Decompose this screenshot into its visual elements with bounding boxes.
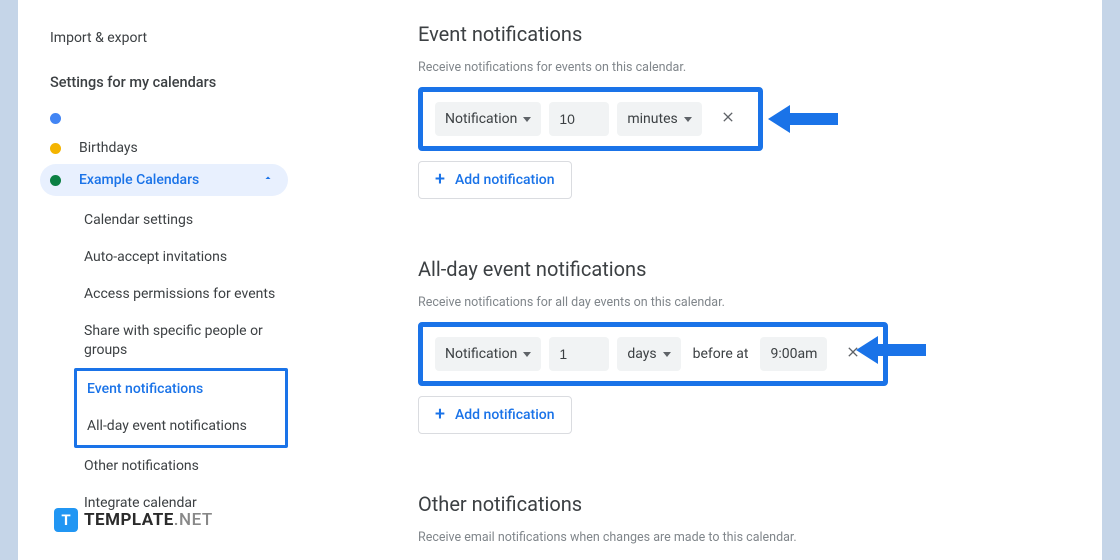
notification-unit-select[interactable]: minutes: [617, 102, 701, 136]
calendar-item-unnamed[interactable]: [40, 105, 288, 132]
sidebar: Import & export Settings for my calendar…: [18, 0, 288, 560]
notification-unit-select[interactable]: days: [617, 337, 680, 371]
time-label: 9:00am: [770, 346, 817, 362]
watermark-logo-icon: T: [54, 508, 78, 532]
subitem-access-permissions[interactable]: Access permissions for events: [80, 276, 288, 313]
calendar-dot-icon: [50, 143, 61, 154]
subitem-other-notifications[interactable]: Other notifications: [80, 448, 288, 485]
subitem-auto-accept[interactable]: Auto-accept invitations: [80, 239, 288, 276]
plus-icon: +: [435, 171, 445, 189]
before-at-text: before at: [689, 338, 753, 370]
section-description: Receive notifications for events on this…: [418, 60, 1102, 75]
notification-row-highlight: Notification days before at 9:00am: [418, 322, 888, 386]
section-title: Event notifications: [418, 22, 1102, 46]
caret-down-icon: [684, 117, 692, 122]
section-event-notifications: Event notifications Receive notification…: [418, 22, 1102, 199]
notification-type-select[interactable]: Notification: [435, 102, 541, 136]
chevron-up-icon: [262, 172, 274, 188]
annotation-arrow-icon: [856, 333, 926, 367]
notification-type-select[interactable]: Notification: [435, 337, 541, 371]
subitem-allday-notifications[interactable]: All-day event notifications: [83, 408, 285, 445]
highlighted-subitems: Event notifications All-day event notifi…: [74, 368, 288, 448]
section-other-notifications: Other notifications Receive email notifi…: [418, 492, 1102, 545]
calendar-item-birthdays[interactable]: Birthdays: [40, 132, 288, 164]
notification-row-highlight: Notification minutes: [418, 87, 763, 151]
sidebar-section-header: Settings for my calendars: [40, 64, 288, 105]
unit-label: days: [627, 346, 656, 362]
plus-icon: +: [435, 406, 445, 424]
notification-time-select[interactable]: 9:00am: [760, 337, 827, 371]
notification-value-input[interactable]: [549, 102, 609, 136]
value-field[interactable]: [559, 346, 599, 362]
annotation-arrow-icon: [768, 102, 838, 136]
notification-type-label: Notification: [445, 111, 517, 127]
add-label: Add notification: [455, 407, 555, 423]
calendar-label: Birthdays: [79, 140, 138, 156]
sidebar-import-export[interactable]: Import & export: [40, 24, 288, 64]
section-description: Receive notifications for all day events…: [418, 295, 1102, 310]
subitem-share-people[interactable]: Share with specific people or groups: [80, 313, 288, 369]
remove-notification-button[interactable]: [710, 103, 746, 136]
subitem-event-notifications[interactable]: Event notifications: [83, 371, 285, 408]
caret-down-icon: [523, 117, 531, 122]
caret-down-icon: [523, 352, 531, 357]
calendar-item-example[interactable]: Example Calendars: [40, 164, 288, 196]
watermark-brand: TEMPLATE: [84, 510, 174, 530]
section-title: Other notifications: [418, 492, 1102, 516]
unit-label: minutes: [627, 111, 677, 127]
watermark-suffix: .NET: [174, 510, 213, 530]
notification-value-input[interactable]: [549, 337, 609, 371]
caret-down-icon: [663, 352, 671, 357]
calendar-dot-icon: [50, 113, 61, 124]
calendar-subitems: Calendar settings Auto-accept invitation…: [40, 202, 288, 522]
notification-type-label: Notification: [445, 346, 517, 362]
calendar-label: Example Calendars: [79, 172, 199, 188]
subitem-calendar-settings[interactable]: Calendar settings: [80, 202, 288, 239]
section-description: Receive email notifications when changes…: [418, 530, 1102, 545]
add-label: Add notification: [455, 172, 555, 188]
add-notification-button[interactable]: + Add notification: [418, 161, 572, 199]
add-notification-button[interactable]: + Add notification: [418, 396, 572, 434]
section-title: All-day event notifications: [418, 257, 1102, 281]
calendar-dot-icon: [50, 175, 61, 186]
watermark: T TEMPLATE.NET: [54, 508, 213, 532]
main-content: Event notifications Receive notification…: [288, 0, 1102, 560]
value-field[interactable]: [559, 111, 599, 127]
section-allday-notifications: All-day event notifications Receive noti…: [418, 257, 1102, 434]
